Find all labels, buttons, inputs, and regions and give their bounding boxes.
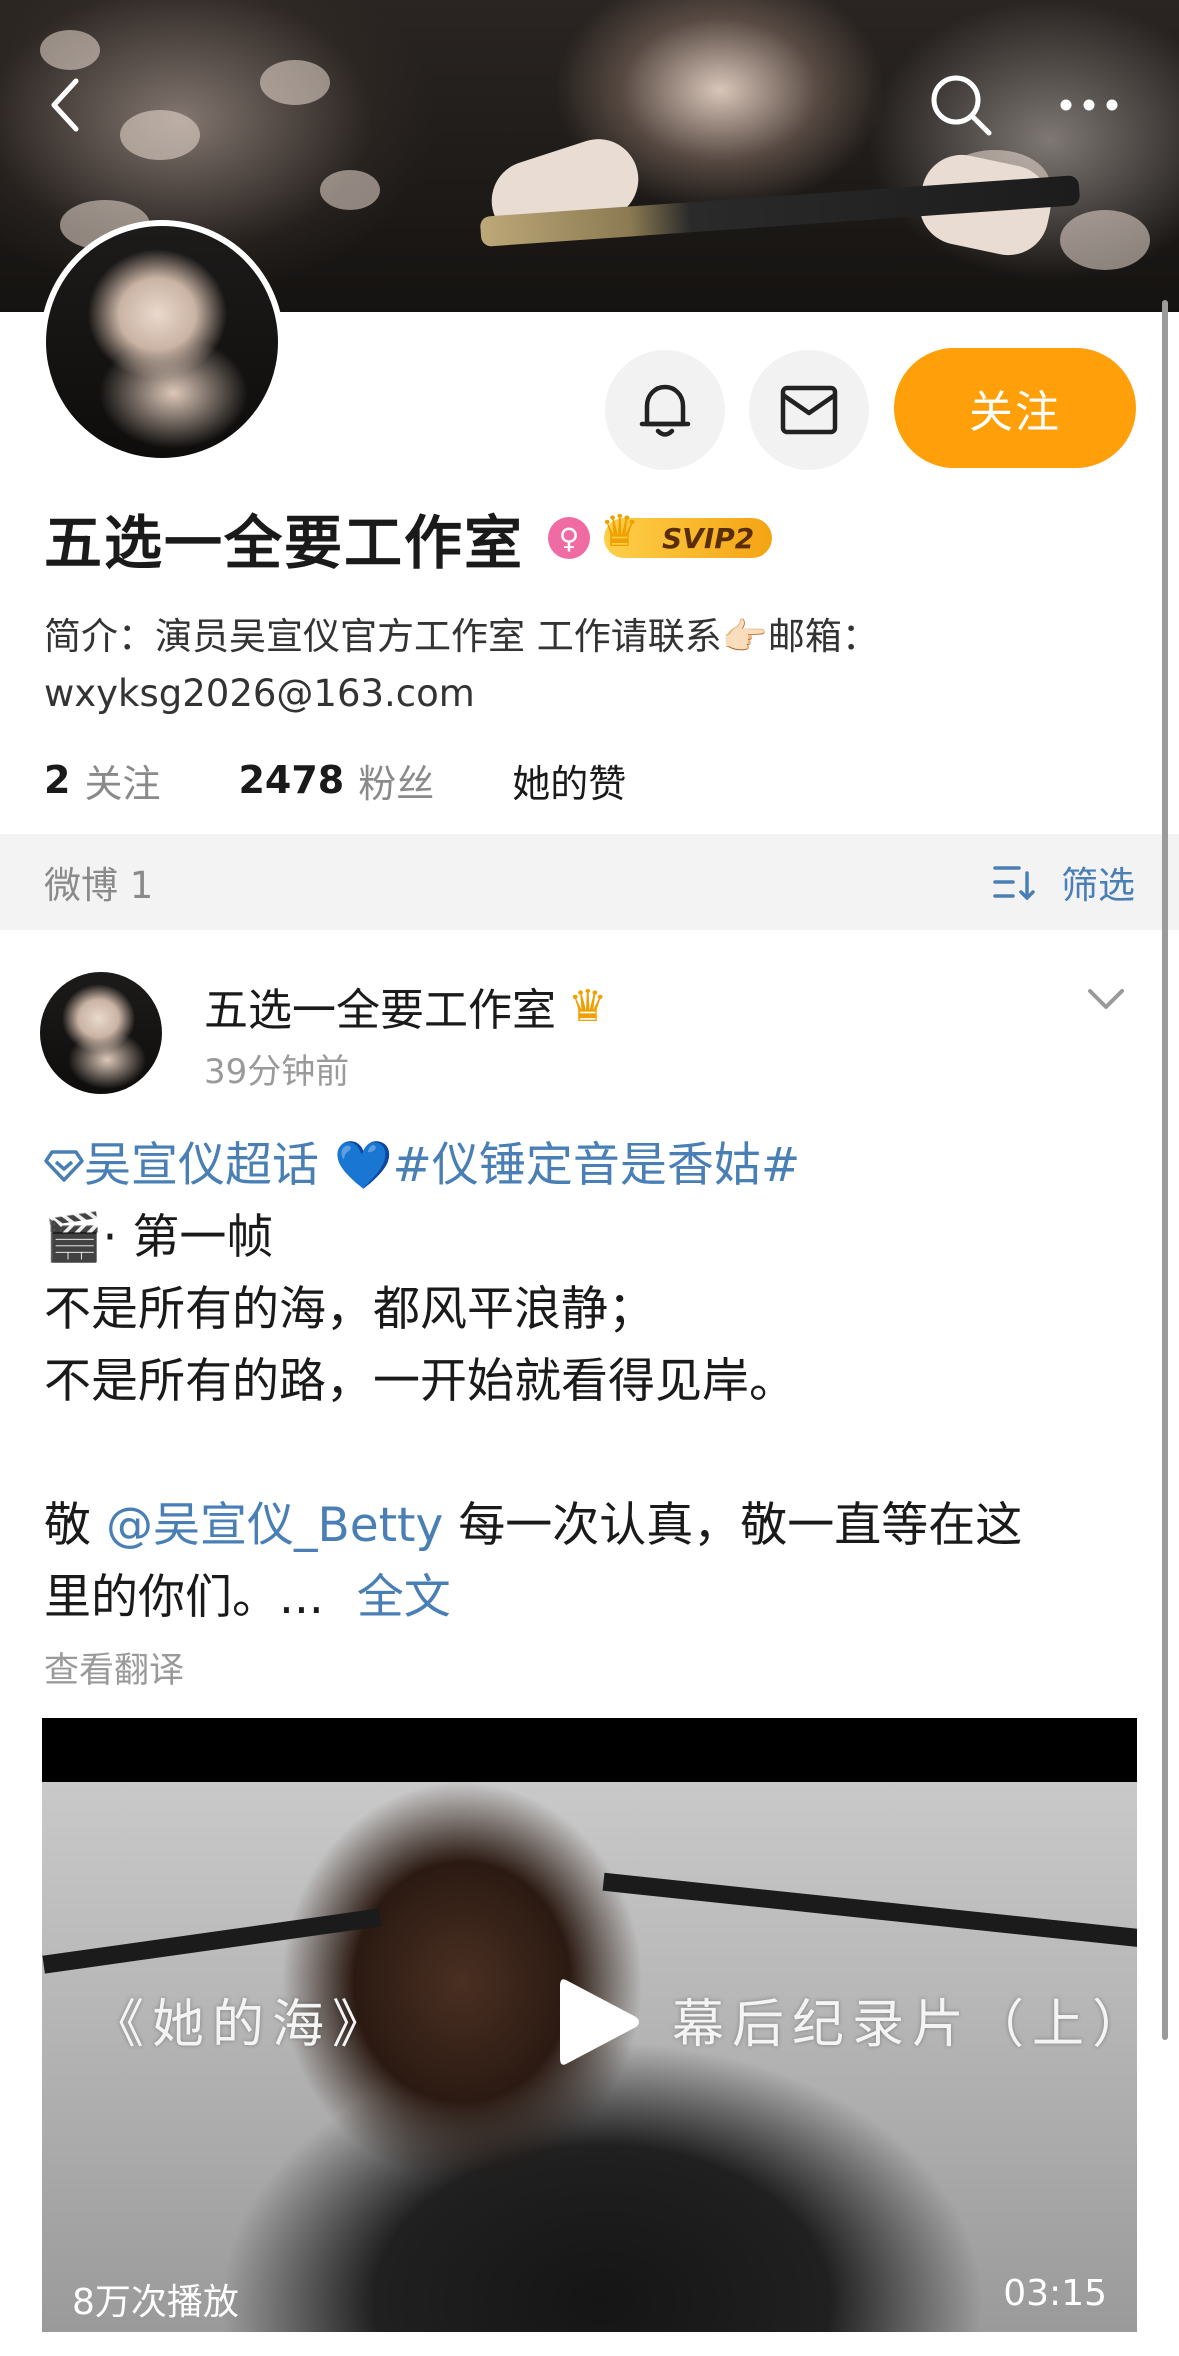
filter-button[interactable]: 筛选 <box>993 855 1135 909</box>
follow-button[interactable]: 关注 <box>894 348 1136 468</box>
more-dots-icon <box>1060 99 1118 111</box>
video-view-count: 8万次播放 <box>72 2282 239 2323</box>
profile-stats: 2 关注 2478 粉丝 她的赞 <box>44 752 704 808</box>
more-button[interactable] <box>1054 70 1124 140</box>
search-icon <box>931 75 992 136</box>
chevron-down-icon[interactable] <box>1086 985 1126 1015</box>
bell-icon <box>639 384 691 437</box>
message-button[interactable] <box>749 350 869 470</box>
play-icon[interactable] <box>552 1972 642 2072</box>
post-timestamp: 39分钟前 <box>204 1052 350 1092</box>
post-author-name[interactable]: 五选一全要工作室 ♛ <box>204 974 607 1038</box>
profile-name-row: 五选一全要工作室 ♀ ♛ SVIP2 <box>44 498 773 578</box>
female-icon: ♀ <box>548 517 591 559</box>
search-button[interactable] <box>926 70 996 140</box>
notification-bell-button[interactable] <box>605 350 725 470</box>
hashtag-link[interactable]: #仪锤定音是香姑# <box>392 1138 800 1193</box>
likes-stat[interactable]: 她的赞 <box>512 753 626 808</box>
translate-link[interactable]: 查看翻译 <box>44 1642 184 1693</box>
diamond-icon <box>44 1150 84 1182</box>
back-chevron-icon <box>51 78 79 132</box>
weibo-tabbar: 微博 1 筛选 <box>0 834 1179 930</box>
supertopic-link[interactable]: 吴宣仪超话 <box>44 1138 319 1193</box>
followers-stat[interactable]: 2478 粉丝 <box>238 753 434 808</box>
video-player[interactable]: 《她的海》 幕后纪录片（上） 8万次播放 03:15 <box>42 1718 1137 2332</box>
video-caption-left: 《她的海》 <box>92 1995 393 2055</box>
weibo-count-label: 微博 1 <box>44 864 154 907</box>
message-icon <box>780 385 838 435</box>
profile-name: 五选一全要工作室 <box>44 509 525 577</box>
video-duration: 03:15 <box>1003 2273 1107 2314</box>
crown-icon: ♛ <box>600 506 640 557</box>
svip-badge[interactable]: ♛ SVIP2 <box>600 506 773 558</box>
profile-bio: 简介：演员吴宣仪官方工作室 工作请联系👉🏻邮箱： wxyksg2026@163.… <box>44 615 879 715</box>
profile-avatar[interactable] <box>40 220 284 464</box>
mention-link[interactable]: @吴宣仪_Betty <box>106 1498 443 1553</box>
scrollbar[interactable] <box>1162 300 1168 2040</box>
post-body: 吴宣仪超话 💙#仪锤定音是香姑# 🎬· 第一帧 不是所有的海，都风平浪静； 不是… <box>44 1138 1023 1625</box>
full-text-link[interactable]: 全文 <box>357 1570 451 1625</box>
crown-icon: ♛ <box>568 980 608 1032</box>
back-button[interactable] <box>30 70 100 140</box>
following-stat[interactable]: 2 关注 <box>44 753 160 808</box>
video-caption-right: 幕后纪录片（上） <box>672 1995 1137 2055</box>
filter-icon <box>993 866 1035 900</box>
post-author-avatar[interactable] <box>40 972 162 1094</box>
